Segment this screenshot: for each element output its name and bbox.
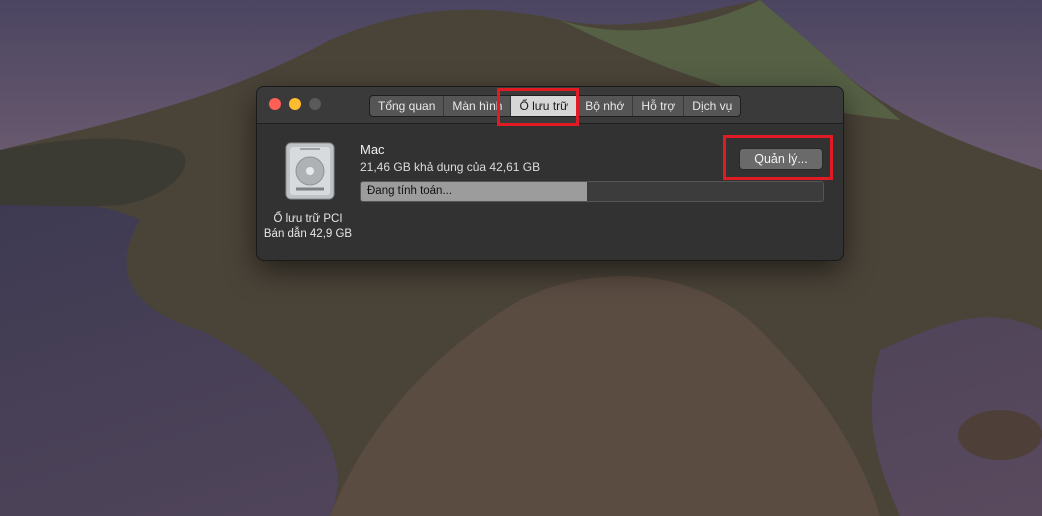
volume-available-space: 21,46 GB khả dụng của 42,61 GB bbox=[360, 160, 541, 174]
close-button[interactable] bbox=[269, 98, 281, 110]
storage-usage-bar: Đang tính toán... bbox=[360, 181, 824, 202]
tab-overview[interactable]: Tổng quan bbox=[370, 96, 445, 116]
zoom-button[interactable] bbox=[309, 98, 321, 110]
hard-drive-icon bbox=[285, 142, 335, 200]
manage-button-highlight bbox=[723, 135, 833, 180]
tab-support[interactable]: Hỗ trợ bbox=[633, 96, 685, 116]
volume-name: Mac bbox=[360, 142, 385, 157]
drive-capacity: Bán dẫn 42,9 GB bbox=[263, 228, 353, 240]
drive-type: Ổ lưu trữ PCI bbox=[273, 213, 343, 225]
minimize-button[interactable] bbox=[289, 98, 301, 110]
tab-memory[interactable]: Bộ nhớ bbox=[577, 96, 634, 116]
tab-service[interactable]: Dịch vụ bbox=[684, 96, 740, 116]
storage-usage-status: Đang tính toán... bbox=[367, 185, 453, 197]
storage-tab-highlight bbox=[497, 88, 579, 126]
drive-caption: Ổ lưu trữ PCI Bán dẫn 42,9 GB bbox=[257, 212, 359, 242]
